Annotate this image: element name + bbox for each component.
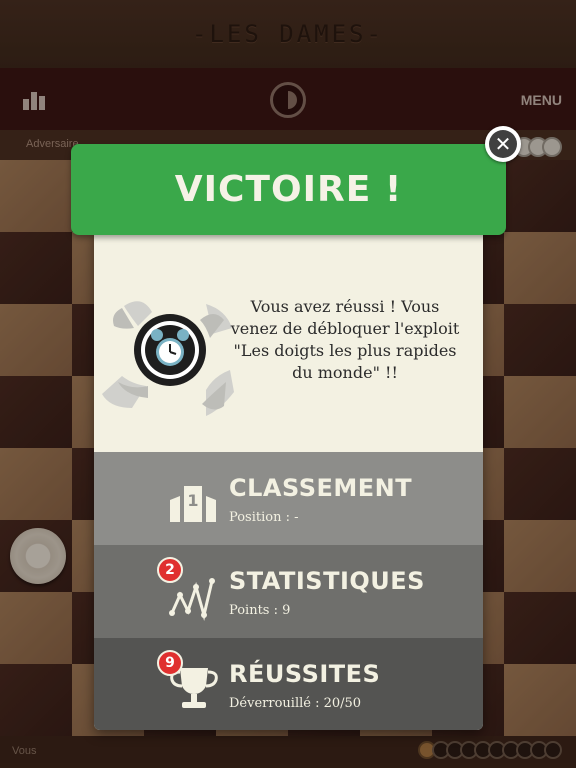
alarm-clock-icon <box>102 301 234 416</box>
ranking-row[interactable]: 1 CLASSEMENT Position : - <box>94 452 483 545</box>
svg-text:1: 1 <box>187 491 198 510</box>
statistics-row[interactable]: 2 STATISTIQUES Points : 9 <box>94 545 483 638</box>
ranking-position: Position : - <box>229 510 299 525</box>
achievement-message: Vous avez réussi ! Vous venez de débloqu… <box>230 297 460 382</box>
achievements-unlocked: Déverrouillé : 20/50 <box>229 696 362 711</box>
close-button[interactable]: ✕ <box>485 126 521 162</box>
achievements-badge: 9 <box>157 650 183 676</box>
close-icon: ✕ <box>489 130 517 158</box>
victory-header: VICTOIRE ! <box>71 144 506 235</box>
achievements-title: RÉUSSITES <box>229 660 381 688</box>
statistics-badge: 2 <box>157 557 183 583</box>
ranking-title: CLASSEMENT <box>229 474 413 502</box>
podium-icon: 1 <box>170 486 216 522</box>
victory-title: VICTOIRE ! <box>174 169 403 210</box>
statistics-title: STATISTIQUES <box>229 567 425 595</box>
statistics-points: Points : 9 <box>229 603 291 618</box>
achievements-row[interactable]: 9 RÉUSSITES Déverrouillé : 20/50 <box>94 638 483 730</box>
